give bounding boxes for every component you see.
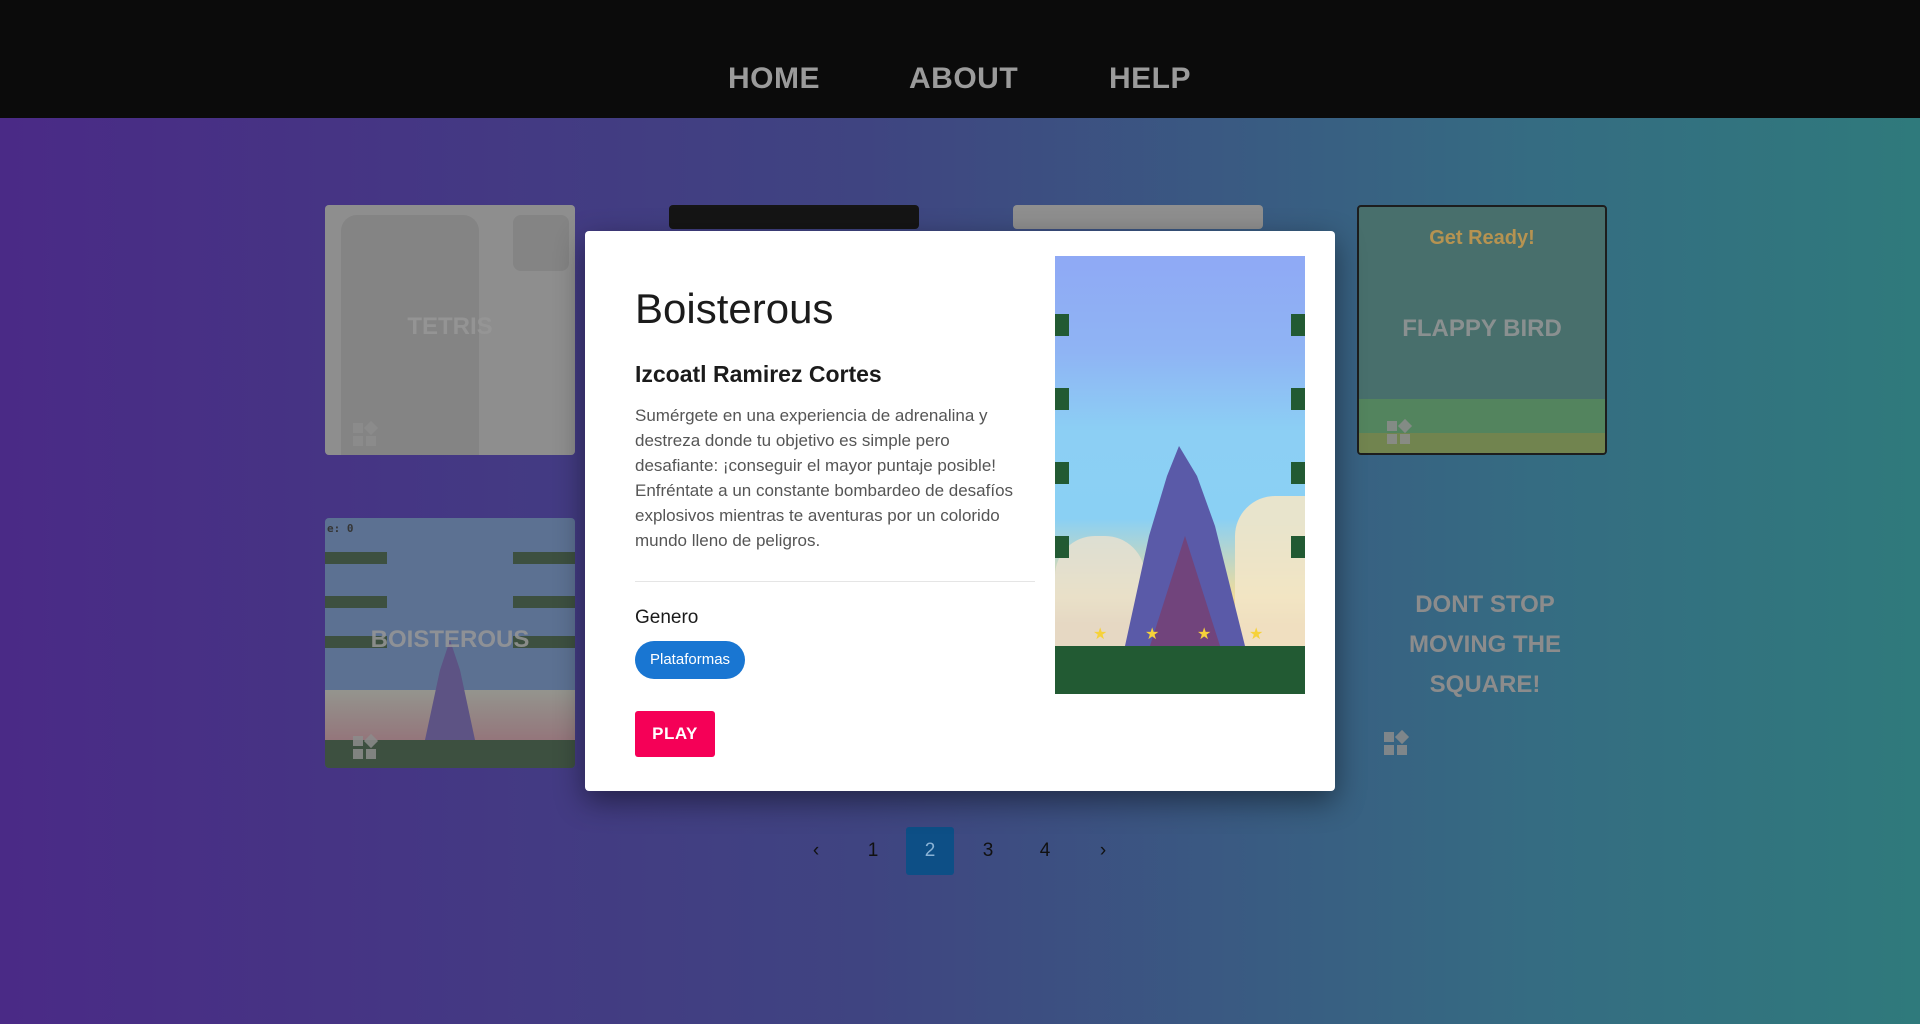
modal-author: Izcoatl Ramirez Cortes: [635, 361, 882, 387]
nav-home-link[interactable]: HOME: [728, 62, 820, 96]
game-grid-icon: [353, 420, 379, 447]
genre-label: Genero: [635, 607, 699, 628]
modal-title: Boisterous: [635, 285, 834, 332]
star-icon: ★: [1093, 626, 1108, 643]
card-title-line: SQUARE!: [1429, 671, 1541, 698]
game-grid-icon: [1387, 418, 1413, 445]
card-title-line: DONT STOP: [1415, 591, 1555, 618]
star-icon: ★: [1249, 626, 1264, 643]
card-title-line: MOVING THE: [1408, 631, 1561, 658]
prev-page-button[interactable]: ‹: [792, 827, 840, 875]
genre-chip[interactable]: Plataformas: [635, 641, 746, 679]
pagination: ‹ 1 2 3 4 ›: [792, 827, 1142, 875]
card-title: FLAPPY BIRD: [1402, 315, 1562, 342]
game-card-dont-stop[interactable]: DONT STOP MOVING THE SQUARE!: [1360, 585, 1610, 705]
card-title: TETRIS: [407, 313, 493, 340]
game-card-tetris[interactable]: TETRIS: [325, 205, 575, 455]
page-button-3[interactable]: 3: [964, 827, 1012, 875]
game-grid-icon: [353, 733, 379, 760]
nav-about-link[interactable]: ABOUT: [909, 62, 1018, 96]
divider: [635, 581, 1035, 582]
game-card-boisterous[interactable]: e: 0 BOISTEROUS: [325, 518, 575, 768]
modal-description: Sumérgete en una experiencia de adrenali…: [635, 406, 1014, 550]
game-card-gray[interactable]: [1013, 205, 1263, 229]
page-button-4[interactable]: 4: [1021, 827, 1069, 875]
game-grid-icon: [1384, 729, 1410, 756]
game-card-flappy-bird[interactable]: Get Ready! FLAPPY BIRD: [1357, 205, 1607, 455]
game-card-dark[interactable]: [669, 205, 919, 229]
floor: [1055, 646, 1305, 694]
page-button-1[interactable]: 1: [849, 827, 897, 875]
page-button-2[interactable]: 2: [906, 827, 954, 875]
nav-help-link[interactable]: HELP: [1109, 62, 1191, 96]
main-nav: HOME ABOUT HELP: [728, 62, 1208, 102]
next-page-button[interactable]: ›: [1079, 827, 1127, 875]
top-nav-bar: HOME ABOUT HELP: [0, 0, 1920, 118]
star-icon: ★: [1145, 626, 1160, 643]
game-detail-modal: Boisterous Izcoatl Ramirez Cortes Sumérg…: [585, 231, 1335, 791]
star-icon: ★: [1197, 626, 1212, 643]
game-screenshot: ★ ★ ★ ★: [1055, 256, 1305, 694]
play-button[interactable]: PLAY: [635, 711, 715, 757]
card-title: BOISTEROUS: [370, 626, 530, 653]
